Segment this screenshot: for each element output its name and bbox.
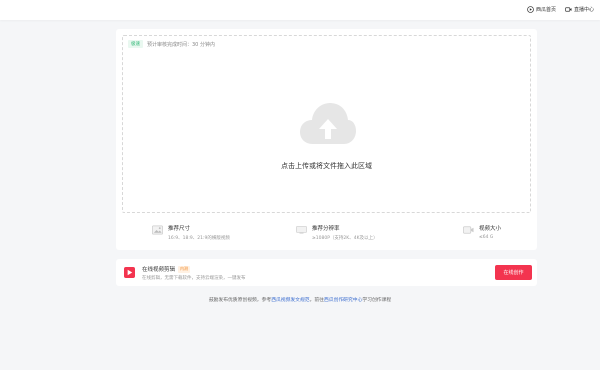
spec-title: 推荐分辨率	[312, 226, 340, 232]
review-estimate-tip: 极速 预计审核完成时间：30 分钟内	[128, 40, 215, 48]
online-editor-card: 在线视频剪辑 内测 在线剪辑，无需下载软件，支持云端渲染，一键发布 在线创作	[116, 259, 537, 286]
video-camera-icon	[565, 7, 572, 12]
xigua-home-link[interactable]: 西瓜首页	[527, 6, 556, 13]
footer-middle: ，前往	[309, 298, 324, 303]
video-editor-icon	[124, 267, 135, 278]
spec-video-size: 视频大小 ≤64 G	[463, 224, 501, 240]
cloud-upload-icon	[300, 103, 356, 144]
play-circle-icon	[527, 6, 534, 13]
monitor-icon	[296, 226, 307, 234]
upload-specs: 推荐尺寸 16:9、18:9、21:9的横版视频 推荐分辨率 ≥1080P（支持…	[116, 218, 537, 248]
beta-badge: 内测	[178, 265, 191, 273]
spec-recommended-size: 推荐尺寸 16:9、18:9、21:9的横版视频	[152, 224, 230, 241]
review-estimate-text: 预计审核完成时间：30 分钟内	[147, 41, 215, 48]
video-file-icon	[463, 226, 474, 234]
dropzone-label: 点击上传或将文件拖入此区域	[281, 162, 372, 170]
editor-description: 在线剪辑，无需下载软件，支持云端渲染，一键发布	[142, 276, 246, 281]
footer-suffix: 学习创作课程	[362, 298, 392, 303]
spec-title: 视频大小	[479, 226, 502, 232]
top-bar: 西瓜首页 直播中心	[0, 0, 600, 20]
creator-research-center-link[interactable]: 西瓜创作研究中心	[324, 298, 362, 303]
xigua-home-label: 西瓜首页	[536, 7, 557, 13]
editor-title-row: 在线视频剪辑 内测	[142, 265, 191, 273]
spec-desc: 16:9、18:9、21:9的横版视频	[168, 236, 230, 241]
live-center-label: 直播中心	[574, 7, 595, 13]
live-center-link[interactable]: 直播中心	[565, 6, 594, 13]
online-create-button[interactable]: 在线创作	[495, 265, 532, 280]
spec-desc: ≥1080P（支持2K、4K及以上）	[312, 236, 378, 241]
footer-prefix: 鼓励发布优质原创视频，参考	[208, 298, 272, 303]
footer-note: 鼓励发布优质原创视频，参考西瓜视频发文规范，前往西瓜创作研究中心学习创作课程	[0, 296, 600, 303]
speed-badge: 极速	[128, 40, 143, 48]
image-icon	[152, 225, 163, 235]
editor-title: 在线视频剪辑	[142, 267, 176, 273]
publishing-guidelines-link[interactable]: 西瓜视频发文规范	[271, 298, 309, 303]
spec-desc: ≤64 G	[479, 235, 494, 240]
spec-title: 推荐尺寸	[168, 226, 191, 232]
spec-recommended-resolution: 推荐分辨率 ≥1080P（支持2K、4K及以上）	[296, 224, 378, 241]
upload-card: 极速 预计审核完成时间：30 分钟内 点击上传或将文件拖入此区域 推荐尺寸 16…	[116, 29, 537, 250]
upload-dropzone[interactable]: 极速 预计审核完成时间：30 分钟内 点击上传或将文件拖入此区域	[122, 35, 531, 213]
